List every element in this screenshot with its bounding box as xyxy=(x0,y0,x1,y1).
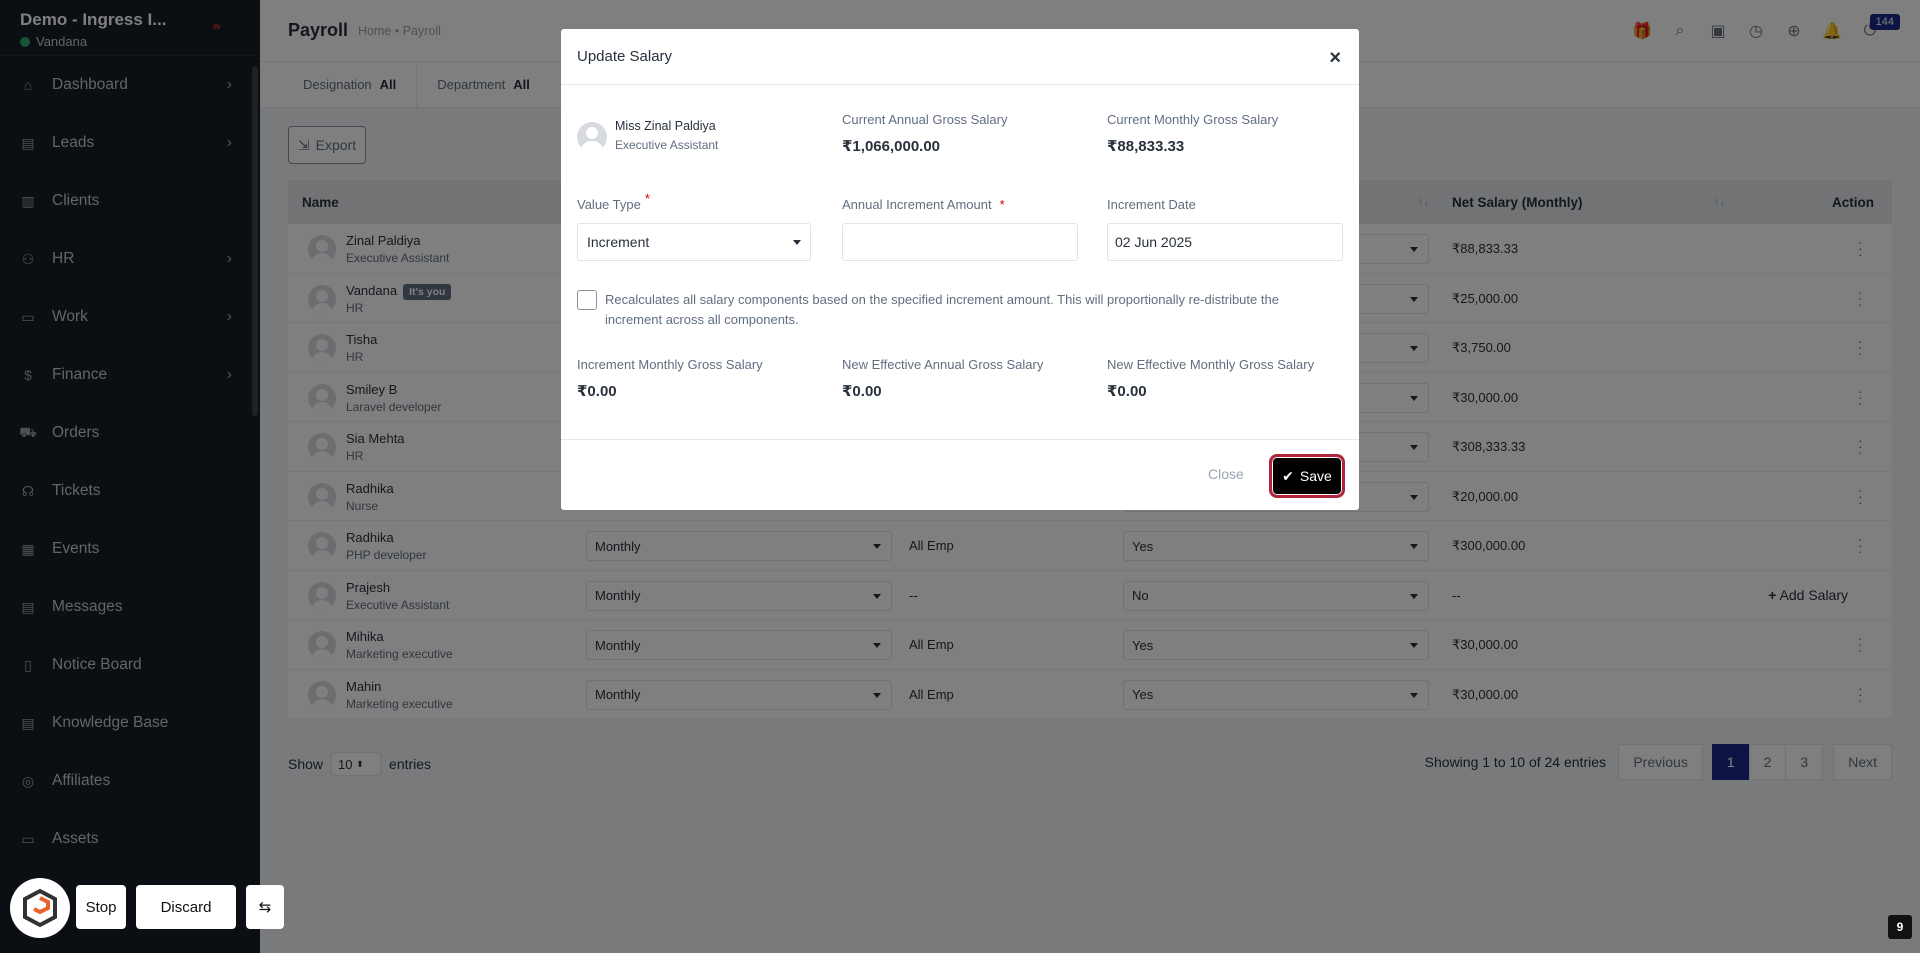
save-button[interactable]: ✔ Save xyxy=(1269,454,1345,498)
modal-footer: Close ✔ Save xyxy=(561,439,1359,510)
increment-monthly-label: Increment Monthly Gross Salary xyxy=(577,357,763,372)
value-type-label-text: Value Type xyxy=(577,197,641,212)
modal-header: Update Salary × xyxy=(561,29,1359,85)
value-type-select[interactable]: Increment xyxy=(577,223,811,261)
increment-date-label: Increment Date xyxy=(1107,197,1196,212)
current-annual-label: Current Annual Gross Salary xyxy=(842,112,1008,127)
app-logo[interactable] xyxy=(10,878,70,938)
new-monthly-label: New Effective Monthly Gross Salary xyxy=(1107,357,1315,372)
check-icon: ✔ xyxy=(1282,467,1294,484)
current-annual-value: ₹1,066,000.00 xyxy=(842,138,941,155)
new-annual-label: New Effective Annual Gross Salary xyxy=(842,357,1044,372)
required-marker: * xyxy=(644,191,650,206)
swap-icon[interactable]: ⇆ xyxy=(246,885,284,929)
annual-increment-input[interactable] xyxy=(842,223,1078,261)
value-type-select-value: Increment xyxy=(587,234,650,250)
save-label: Save xyxy=(1299,468,1332,484)
modal-employee-role: Executive Assistant xyxy=(615,138,719,152)
current-monthly-label: Current Monthly Gross Salary xyxy=(1107,112,1279,127)
annual-increment-label-text: Annual Increment Amount xyxy=(842,197,992,212)
update-salary-modal: Update Salary × Miss Zinal Paldiya Execu… xyxy=(561,29,1359,510)
modal-body: Miss Zinal Paldiya Executive Assistant C… xyxy=(561,85,1359,439)
current-monthly-value: ₹88,833.33 xyxy=(1107,138,1185,155)
new-monthly-value: ₹0.00 xyxy=(1107,383,1147,400)
increment-date-input[interactable] xyxy=(1107,223,1343,261)
recalculate-checkbox[interactable] xyxy=(577,290,597,310)
required-marker: * xyxy=(999,197,1005,212)
new-annual-value: ₹0.00 xyxy=(842,383,882,400)
annual-increment-label: Annual Increment Amount * xyxy=(842,197,1005,212)
discard-button[interactable]: Discard xyxy=(136,885,236,929)
modal-title: Update Salary xyxy=(577,48,673,65)
corner-badge: 9 xyxy=(1888,915,1912,939)
recalculate-description: Recalculates all salary components based… xyxy=(605,292,1279,327)
caret-down-icon xyxy=(793,240,801,245)
modal-employee-name: Miss Zinal Paldiya xyxy=(615,119,716,133)
close-button[interactable]: Close xyxy=(1208,466,1244,482)
increment-monthly-value: ₹0.00 xyxy=(577,383,617,400)
logo-icon xyxy=(23,888,57,928)
avatar xyxy=(577,122,607,152)
stop-button[interactable]: Stop xyxy=(76,885,126,929)
value-type-label: Value Type * xyxy=(577,191,650,212)
close-icon[interactable]: × xyxy=(1329,47,1341,70)
